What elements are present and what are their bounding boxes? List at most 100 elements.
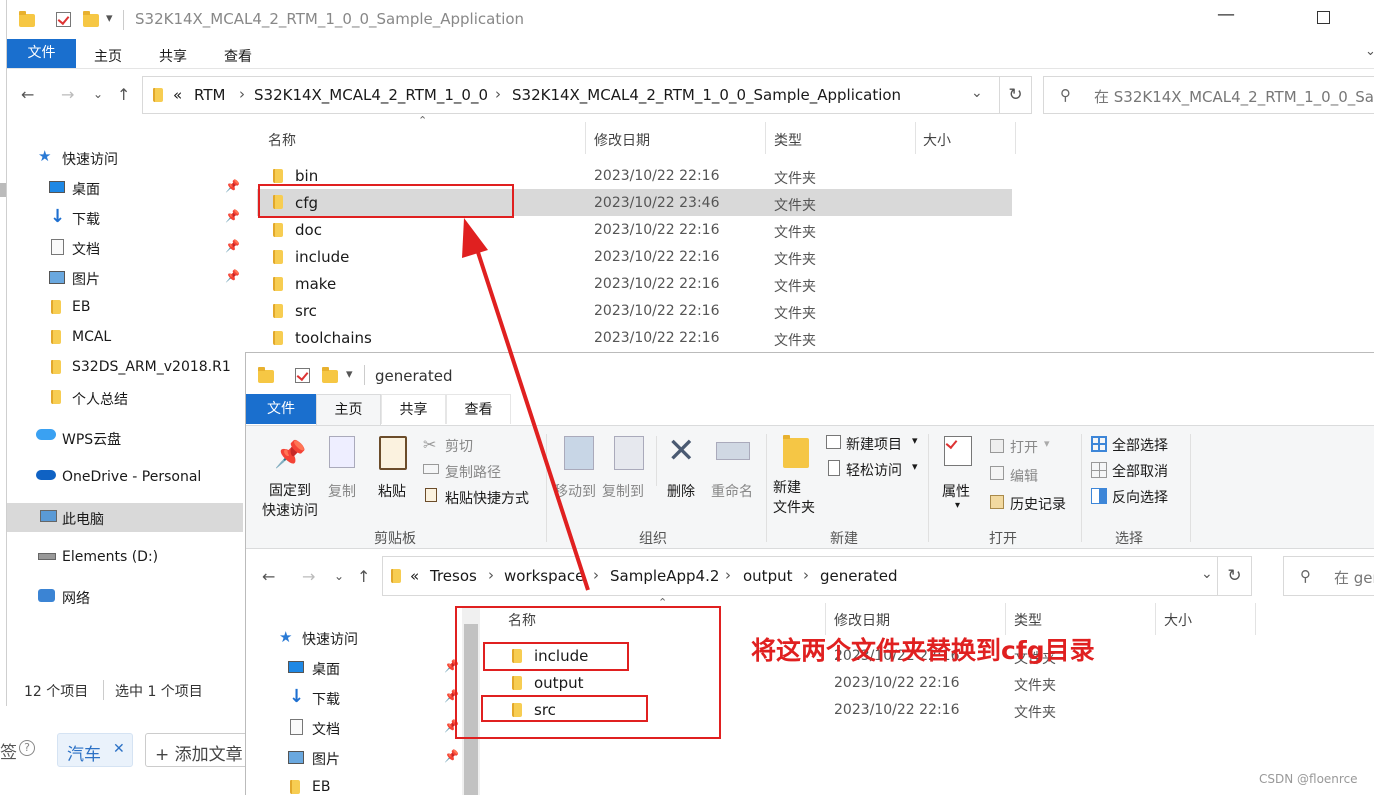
new-item-button[interactable]: 新建项目 xyxy=(846,434,902,454)
help-icon[interactable]: ? xyxy=(19,740,35,756)
new-folder-quick-icon[interactable] xyxy=(322,367,338,383)
ribbon-expand-icon[interactable]: ⌄ xyxy=(1365,44,1374,59)
breadcrumb-sample-app[interactable]: S32K14X_MCAL4_2_RTM_1_0_0_Sample_Applica… xyxy=(512,86,901,104)
up-arrow-icon[interactable]: ↑ xyxy=(117,85,130,104)
address-dropdown-icon[interactable]: ⌄ xyxy=(1201,566,1213,582)
breadcrumb-chevron-icon[interactable]: › xyxy=(593,566,599,584)
open-button[interactable]: 打开 xyxy=(1010,437,1038,457)
quick-access-dropdown-icon[interactable]: ▾ xyxy=(106,11,113,26)
copy-path-button[interactable]: 复制路径 xyxy=(445,462,501,482)
sidebar-item-eb[interactable]: EB xyxy=(72,299,90,315)
tab-share[interactable]: 共享 xyxy=(381,394,446,424)
new-item-dropdown-icon[interactable]: ▾ xyxy=(912,434,918,447)
history-button[interactable]: 历史记录 xyxy=(1010,494,1066,514)
sidebar-item-pictures[interactable]: 图片 xyxy=(312,749,340,769)
address-dropdown-icon[interactable]: ⌄ xyxy=(971,85,983,101)
refresh-button[interactable]: ↻ xyxy=(1218,556,1252,596)
tab-view[interactable]: 查看 xyxy=(224,46,252,66)
address-bar[interactable]: « Tresos › workspace › SampleApp4.2 › ou… xyxy=(382,556,1218,596)
copy-button[interactable]: 复制 xyxy=(328,481,356,501)
sidebar-item-personal-summary[interactable]: 个人总结 xyxy=(72,389,128,409)
properties-quick-icon[interactable] xyxy=(295,368,310,383)
pin-icon[interactable]: 📌 xyxy=(225,179,240,193)
move-to-button[interactable]: 移动到 xyxy=(554,481,596,501)
properties-quick-icon[interactable] xyxy=(56,12,71,27)
sidebar-item-eb[interactable]: EB xyxy=(312,779,330,795)
maximize-button[interactable] xyxy=(1317,11,1330,24)
pin-icon[interactable]: 📌 xyxy=(225,239,240,253)
sidebar-item-documents[interactable]: 文档 xyxy=(312,719,340,739)
pin-icon[interactable]: 📌 xyxy=(225,269,240,283)
breadcrumb-overflow[interactable]: « xyxy=(410,567,419,585)
new-folder-quick-icon[interactable] xyxy=(83,11,99,27)
breadcrumb-workspace[interactable]: workspace xyxy=(504,567,584,585)
breadcrumb-chevron-icon[interactable]: › xyxy=(239,85,245,103)
table-row[interactable]: include 2023/10/22 22:16 文件夹 xyxy=(257,244,1017,270)
pin-to-quick-access-button[interactable]: 固定到 快速访问 xyxy=(262,481,318,521)
paste-button[interactable]: 粘贴 xyxy=(378,481,406,501)
properties-button[interactable]: 属性 xyxy=(942,481,970,501)
breadcrumb-generated[interactable]: generated xyxy=(820,567,897,585)
tag-remove-icon[interactable]: ✕ xyxy=(113,741,125,757)
rename-button[interactable]: 重命名 xyxy=(711,481,753,501)
breadcrumb-tresos[interactable]: Tresos xyxy=(430,567,477,585)
column-name[interactable]: 名称 xyxy=(268,130,296,150)
recent-dropdown-icon[interactable]: ⌄ xyxy=(93,87,103,101)
tab-file[interactable]: 文件 xyxy=(246,394,316,424)
easy-access-dropdown-icon[interactable]: ▾ xyxy=(912,460,918,473)
column-date[interactable]: 修改日期 xyxy=(594,130,650,150)
table-row[interactable]: src 2023/10/22 22:16 文件夹 xyxy=(257,298,1017,324)
recent-dropdown-icon[interactable]: ⌄ xyxy=(334,569,344,583)
sidebar-item-pictures[interactable]: 图片 xyxy=(72,269,100,289)
tab-home[interactable]: 主页 xyxy=(94,46,122,66)
sidebar-item-mcal[interactable]: MCAL xyxy=(72,329,111,345)
breadcrumb-mcal[interactable]: S32K14X_MCAL4_2_RTM_1_0_0 xyxy=(254,86,488,104)
sidebar-item-wps-cloud[interactable]: WPS云盘 xyxy=(62,429,121,449)
breadcrumb-chevron-icon[interactable]: › xyxy=(725,566,731,584)
search-box[interactable]: ⚲ 在 S32K14X_MCAL4_2_RTM_1_0_0_Sam xyxy=(1043,76,1374,114)
edit-button[interactable]: 编辑 xyxy=(1010,466,1038,486)
invert-selection-button[interactable]: 反向选择 xyxy=(1112,487,1168,507)
new-folder-button[interactable]: 新建 文件夹 xyxy=(773,478,815,518)
select-all-button[interactable]: 全部选择 xyxy=(1112,435,1168,455)
breadcrumb-overflow[interactable]: « xyxy=(173,86,182,104)
column-type[interactable]: 类型 xyxy=(774,130,802,150)
open-dropdown-icon[interactable]: ▾ xyxy=(1044,437,1050,450)
sidebar-item-quick-access[interactable]: 快速访问 xyxy=(62,149,118,169)
tab-file[interactable]: 文件 xyxy=(7,39,76,68)
pin-icon[interactable]: 📌 xyxy=(444,749,459,763)
forward-arrow-icon[interactable]: → xyxy=(61,85,74,104)
tag-chip[interactable]: 汽车 ✕ xyxy=(57,733,133,767)
table-row[interactable]: doc 2023/10/22 22:16 文件夹 xyxy=(257,217,1017,243)
breadcrumb-chevron-icon[interactable]: › xyxy=(803,566,809,584)
forward-arrow-icon[interactable]: → xyxy=(302,567,315,586)
sidebar-item-s32ds[interactable]: S32DS_ARM_v2018.R1 xyxy=(72,359,231,375)
breadcrumb-chevron-icon[interactable]: › xyxy=(488,566,494,584)
cut-button[interactable]: 剪切 xyxy=(445,436,473,456)
breadcrumb-sampleapp[interactable]: SampleApp4.2 xyxy=(610,567,719,585)
sidebar-item-this-pc[interactable]: 此电脑 xyxy=(62,509,104,529)
search-box[interactable]: ⚲ 在 gen xyxy=(1283,556,1374,596)
paste-shortcut-button[interactable]: 粘贴快捷方式 xyxy=(445,488,529,508)
pin-icon[interactable]: 📌 xyxy=(225,209,240,223)
delete-button[interactable]: 删除 xyxy=(667,481,695,501)
select-none-button[interactable]: 全部取消 xyxy=(1112,461,1168,481)
sidebar-item-downloads[interactable]: 下载 xyxy=(72,209,100,229)
sidebar-item-onedrive[interactable]: OneDrive - Personal xyxy=(62,469,201,485)
back-arrow-icon[interactable]: ← xyxy=(21,85,34,104)
tab-share[interactable]: 共享 xyxy=(159,46,187,66)
column-size[interactable]: 大小 xyxy=(923,130,951,150)
minimize-button[interactable]: — xyxy=(1217,4,1235,25)
sidebar-item-documents[interactable]: 文档 xyxy=(72,239,100,259)
sidebar-item-desktop[interactable]: 桌面 xyxy=(312,659,340,679)
tab-home[interactable]: 主页 xyxy=(316,394,381,426)
sidebar-item-desktop[interactable]: 桌面 xyxy=(72,179,100,199)
column-size[interactable]: 大小 xyxy=(1164,610,1192,630)
add-tag-button[interactable]: + 添加文章 xyxy=(145,733,255,767)
column-date[interactable]: 修改日期 xyxy=(834,610,890,630)
sidebar-item-quick-access[interactable]: 快速访问 xyxy=(302,629,358,649)
refresh-button[interactable]: ↻ xyxy=(1000,76,1032,114)
breadcrumb-chevron-icon[interactable]: › xyxy=(495,85,501,103)
address-bar[interactable]: « RTM › S32K14X_MCAL4_2_RTM_1_0_0 › S32K… xyxy=(142,76,1000,114)
properties-dropdown-icon[interactable]: ▾ xyxy=(955,500,960,511)
